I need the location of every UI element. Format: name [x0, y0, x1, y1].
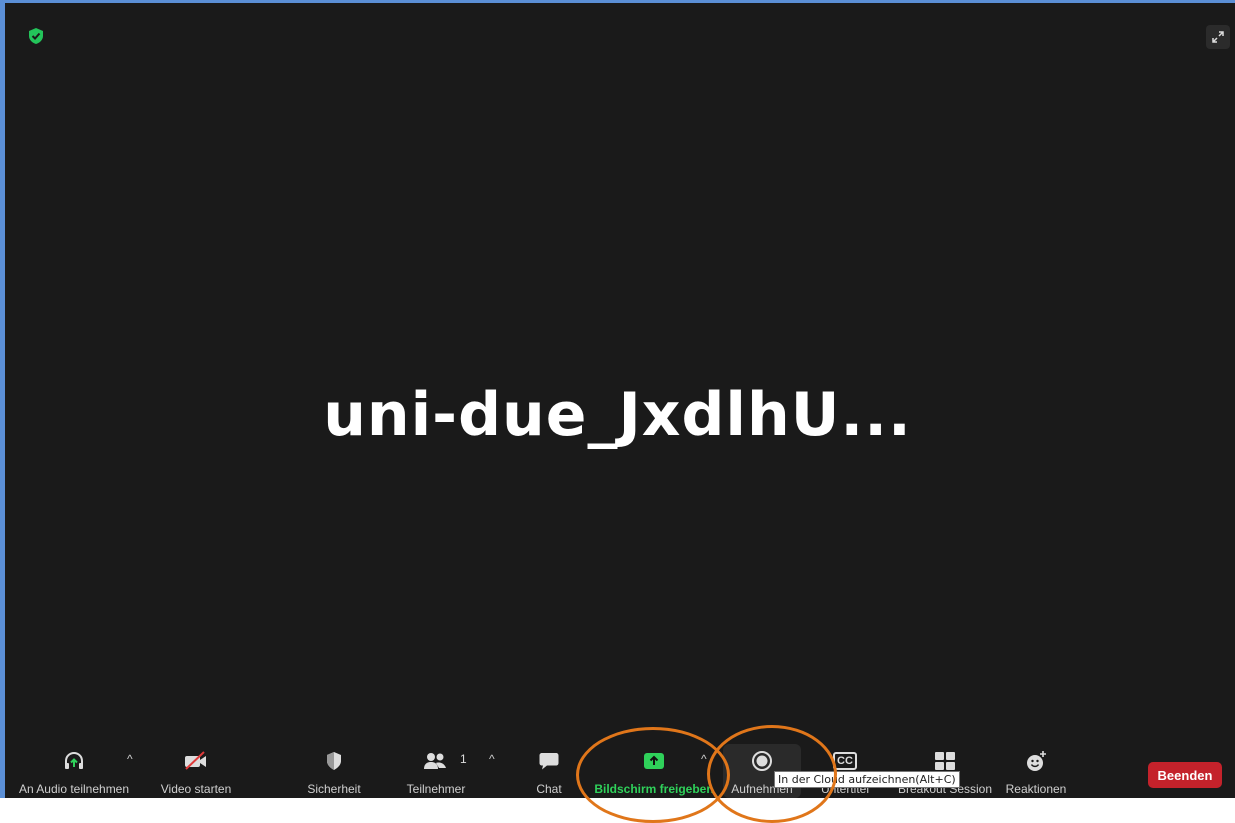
reactions-icon: [1022, 750, 1050, 772]
share-options-caret[interactable]: ^: [701, 752, 707, 766]
breakout-grid-icon: [931, 750, 959, 772]
security-shield-icon: [320, 750, 348, 772]
end-meeting-button[interactable]: Beenden: [1148, 762, 1222, 788]
video-off-icon: [182, 750, 210, 772]
share-screen-icon: [640, 750, 668, 772]
security-button[interactable]: Sicherheit: [301, 744, 367, 798]
join-audio-button[interactable]: An Audio teilnehmen: [13, 744, 135, 798]
participants-count: 1: [460, 752, 467, 766]
audio-options-caret[interactable]: ^: [127, 752, 133, 766]
share-screen-button[interactable]: Bildschirm freigeben: [593, 744, 715, 798]
meeting-toolbar: An Audio teilnehmen ^ Video starten Sich…: [5, 744, 1235, 798]
meeting-name: uni-due_JxdlhU...: [323, 380, 912, 450]
start-video-button[interactable]: Video starten: [153, 744, 239, 798]
shield-check-icon[interactable]: [27, 27, 45, 45]
record-tooltip: In der Cloud aufzeichnen(Alt+C): [774, 771, 960, 788]
participants-options-caret[interactable]: ^: [489, 752, 495, 766]
participants-button[interactable]: 1 Teilnehmer: [403, 744, 469, 798]
headphones-icon: [60, 750, 88, 772]
record-icon: [748, 750, 776, 772]
chat-button[interactable]: Chat: [529, 744, 569, 798]
chat-bubble-icon: [535, 750, 563, 772]
participants-icon: [422, 750, 450, 772]
reactions-button[interactable]: Reaktionen: [1003, 744, 1069, 798]
cc-icon: CC: [831, 750, 859, 772]
expand-icon[interactable]: [1206, 25, 1230, 49]
